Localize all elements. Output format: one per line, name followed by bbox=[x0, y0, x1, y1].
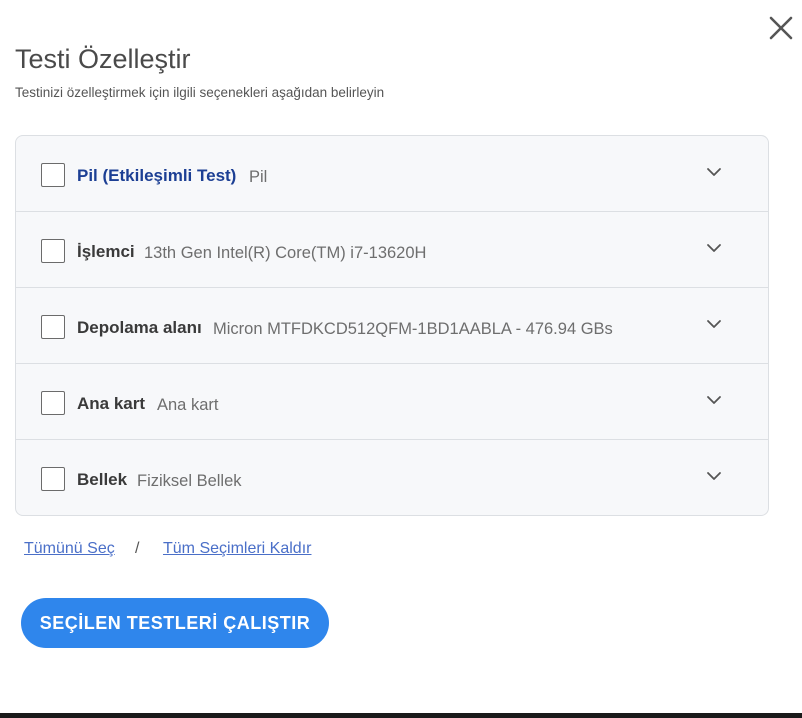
dialog-title: Testi Özelleştir bbox=[15, 44, 191, 74]
test-detail: Pil bbox=[249, 168, 268, 186]
test-label: Ana kart bbox=[77, 394, 146, 413]
close-icon bbox=[769, 16, 793, 40]
processor-checkbox[interactable] bbox=[41, 239, 65, 263]
test-label: Pil (Etkileşimli Test) bbox=[77, 166, 237, 185]
test-list: Pil (Etkileşimli Test) Pil İşlemci 13th … bbox=[15, 135, 769, 516]
test-row-battery[interactable]: Pil (Etkileşimli Test) Pil bbox=[16, 136, 768, 212]
test-detail: Micron MTFDKCD512QFM-1BD1AABLA - 476.94 … bbox=[213, 320, 613, 338]
run-selected-tests-button[interactable]: SEÇİLEN TESTLERİ ÇALIŞTIR bbox=[21, 598, 329, 648]
chevron-down-icon[interactable] bbox=[706, 166, 722, 178]
test-detail: Fiziksel Bellek bbox=[137, 472, 242, 490]
motherboard-checkbox[interactable] bbox=[41, 391, 65, 415]
test-detail: Ana kart bbox=[157, 396, 219, 414]
storage-checkbox[interactable] bbox=[41, 315, 65, 339]
bottom-edge-bar bbox=[0, 713, 802, 718]
test-label: Depolama alanı bbox=[77, 318, 202, 337]
chevron-down-icon[interactable] bbox=[706, 318, 722, 330]
memory-checkbox[interactable] bbox=[41, 467, 65, 491]
test-row-memory[interactable]: Bellek Fiziksel Bellek bbox=[16, 440, 768, 515]
dialog-subtitle: Testinizi özelleştirmek için ilgili seçe… bbox=[15, 85, 385, 100]
chevron-down-icon[interactable] bbox=[706, 242, 722, 254]
battery-checkbox[interactable] bbox=[41, 163, 65, 187]
chevron-down-icon[interactable] bbox=[706, 470, 722, 482]
link-separator: / bbox=[135, 540, 140, 557]
test-detail: 13th Gen Intel(R) Core(TM) i7-13620H bbox=[144, 244, 427, 262]
test-row-motherboard[interactable]: Ana kart Ana kart bbox=[16, 364, 768, 440]
clear-all-link[interactable]: Tüm Seçimleri Kaldır bbox=[163, 538, 311, 560]
chevron-down-icon[interactable] bbox=[706, 394, 722, 406]
test-row-processor[interactable]: İşlemci 13th Gen Intel(R) Core(TM) i7-13… bbox=[16, 212, 768, 288]
select-all-link[interactable]: Tümünü Seç bbox=[24, 538, 115, 560]
test-label: Bellek bbox=[77, 470, 128, 489]
test-row-storage[interactable]: Depolama alanı Micron MTFDKCD512QFM-1BD1… bbox=[16, 288, 768, 364]
test-label: İşlemci bbox=[77, 242, 135, 261]
close-button[interactable] bbox=[766, 13, 796, 43]
